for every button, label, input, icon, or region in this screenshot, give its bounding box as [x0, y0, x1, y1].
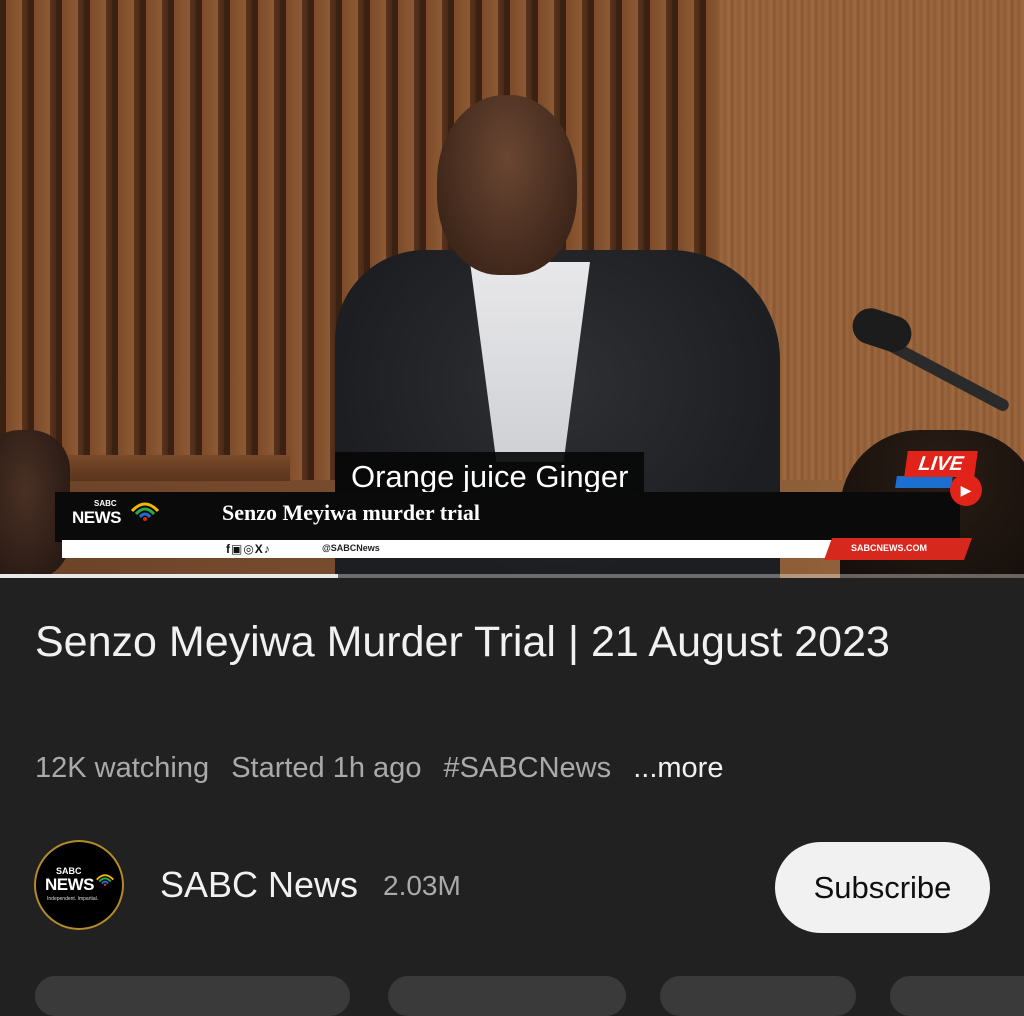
more-link[interactable]: ...more: [633, 752, 723, 784]
started-time: Started 1h ago: [231, 752, 422, 784]
lower-third-headline: Senzo Meyiwa murder trial: [222, 500, 481, 525]
like-dislike-chip[interactable]: [35, 976, 350, 1016]
social-icons: f▣◎X♪: [226, 542, 271, 556]
social-handle: @SABCNews: [322, 543, 380, 553]
subscribe-button[interactable]: Subscribe: [775, 842, 990, 933]
subscriber-count: 2.03M: [383, 870, 461, 901]
avatar-tagline: Independent. Impartial.: [47, 896, 99, 902]
avatar-big-text: NEWS: [45, 875, 95, 894]
logo-big-text: NEWS: [72, 508, 122, 527]
share-chip[interactable]: [388, 976, 626, 1016]
video-title[interactable]: Senzo Meyiwa Murder Trial | 21 August 20…: [35, 612, 935, 672]
live-play-icon: ▶: [950, 474, 982, 506]
channel-name[interactable]: SABC News: [160, 864, 358, 906]
signal-arc-icon: [96, 874, 114, 886]
live-sub-badge: [895, 476, 953, 488]
video-player[interactable]: Orange juice Ginger SABC NEWS Senzo Meyi…: [0, 0, 1024, 578]
lower-third-ticker: [62, 540, 834, 558]
channel-avatar[interactable]: SABC NEWS Independent. Impartial.: [34, 840, 124, 930]
download-chip[interactable]: [890, 976, 1024, 1016]
sabc-news-logo: SABC NEWS: [72, 497, 167, 537]
signal-arc-icon: [130, 502, 160, 521]
lower-third-bar: [55, 492, 960, 542]
remix-chip[interactable]: [660, 976, 856, 1016]
site-url: SABCNEWS.COM: [851, 543, 927, 553]
logo-small-text: SABC: [94, 499, 117, 508]
video-meta[interactable]: 12K watching Started 1h ago #SABCNews ..…: [35, 752, 737, 785]
progress-fill: [0, 574, 338, 578]
watching-count: 12K watching: [35, 752, 210, 784]
hashtag-link[interactable]: #SABCNews: [444, 752, 612, 784]
advocate-head: [437, 95, 577, 275]
